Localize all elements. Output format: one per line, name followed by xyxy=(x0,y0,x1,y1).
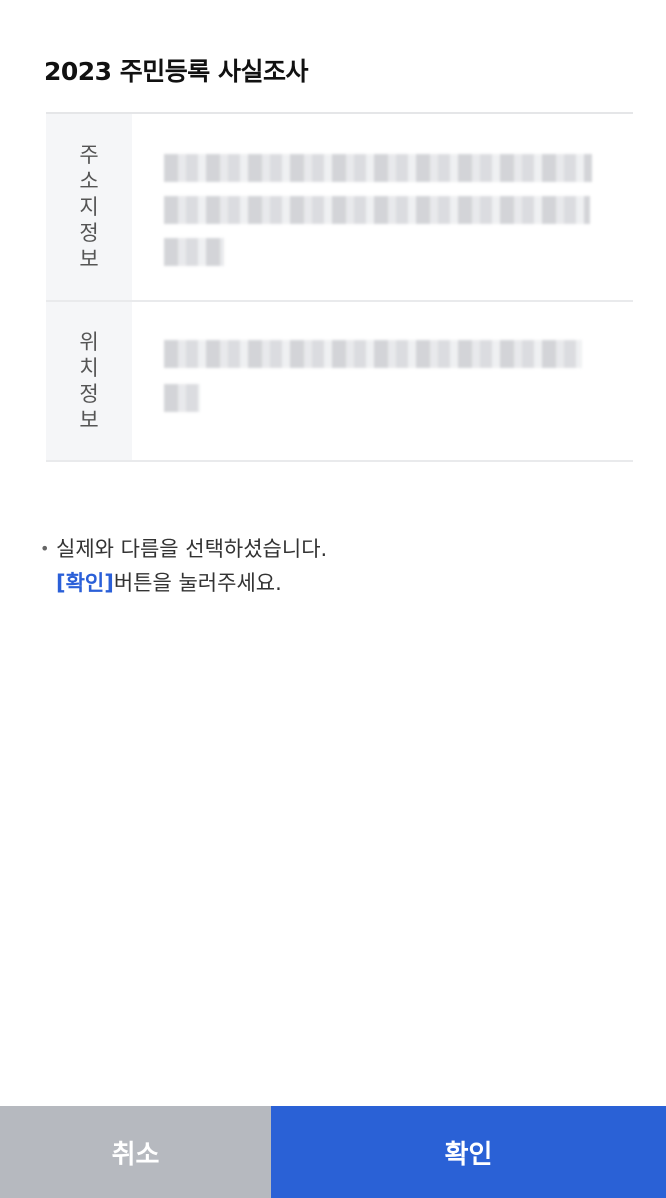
confirm-button[interactable]: 확인 xyxy=(271,1106,666,1198)
cancel-button[interactable]: 취소 xyxy=(0,1106,271,1198)
address-info-value xyxy=(132,114,633,300)
notice-line-1: 실제와 다름을 선택하셨습니다. xyxy=(56,537,328,561)
redacted-text-line xyxy=(164,384,200,412)
redacted-text-line xyxy=(164,238,224,266)
location-info-value xyxy=(132,302,633,460)
bullet-icon: • xyxy=(40,539,50,558)
notice-confirm-highlight: [확인] xyxy=(56,571,114,595)
notice-line-2-text: 버튼을 눌러주세요. xyxy=(113,571,282,595)
address-info-label: 주소지정보 xyxy=(79,143,99,271)
redacted-text-line xyxy=(164,154,592,182)
info-table: 주소지정보 위치정보 xyxy=(46,112,633,462)
address-info-row: 주소지정보 xyxy=(46,114,633,302)
redacted-text-line xyxy=(164,196,590,224)
location-info-row: 위치정보 xyxy=(46,302,633,462)
redacted-text-line xyxy=(164,340,582,368)
notice-line-2: [확인]버튼을 눌러주세요. xyxy=(56,566,327,600)
location-info-label: 위치정보 xyxy=(79,330,99,432)
notice-message: • 실제와 다름을 선택하셨습니다. [확인]버튼을 눌러주세요. xyxy=(40,532,328,600)
location-info-label-cell: 위치정보 xyxy=(46,302,132,460)
footer-button-bar: 취소 확인 xyxy=(0,1106,666,1198)
page-title: 2023 주민등록 사실조사 xyxy=(44,57,309,86)
address-info-label-cell: 주소지정보 xyxy=(46,114,132,300)
